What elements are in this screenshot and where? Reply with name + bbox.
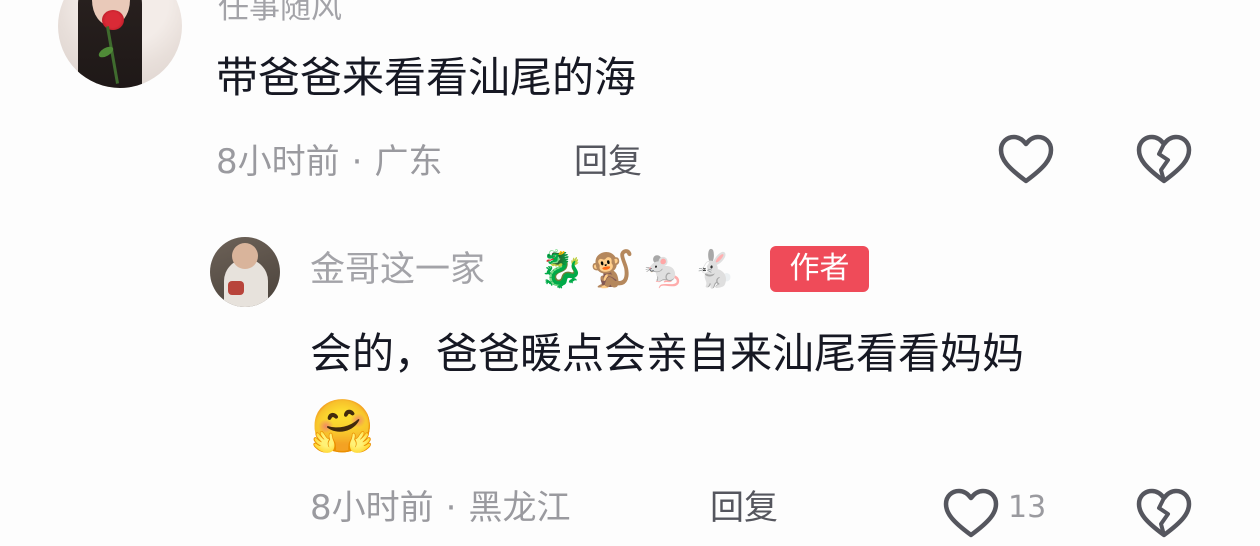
reply-time: 8小时前 — [310, 488, 434, 528]
meta-separator: · — [445, 488, 457, 528]
avatar-accent — [228, 281, 244, 295]
commenter-username[interactable]: 任事随风 — [218, 0, 342, 28]
broken-heart-icon — [1136, 488, 1192, 538]
hug-emoji: 🤗 — [310, 397, 375, 457]
commenter-avatar[interactable] — [58, 0, 182, 88]
reply-button[interactable]: 回复 — [574, 138, 642, 186]
comment-meta: 8小时前 · 广东 — [216, 138, 442, 186]
like-count: 13 — [1008, 490, 1047, 525]
meta-separator: · — [351, 142, 363, 182]
heart-outline-icon — [998, 134, 1054, 184]
username-emojis: 🐉🐒🐁🐇 — [539, 249, 743, 290]
like-button[interactable] — [997, 132, 1055, 188]
comment-time: 8小时前 — [216, 142, 340, 182]
avatar-head — [232, 243, 258, 269]
reply-button[interactable]: 回复 — [710, 484, 778, 532]
author-badge: 作者 — [770, 246, 869, 292]
broken-heart-icon — [1136, 134, 1192, 184]
dislike-button[interactable] — [1135, 132, 1193, 188]
author-username[interactable]: 金哥这一家 — [310, 247, 485, 293]
reply-meta: 8小时前 · 黑龙江 — [310, 484, 570, 532]
author-avatar[interactable] — [210, 237, 280, 307]
comment-location: 广东 — [374, 142, 443, 182]
comment-text: 带爸爸来看看汕尾的海 — [216, 53, 637, 102]
reply-text: 会的，爸爸暖点会亲自来汕尾看看妈妈 — [310, 329, 1025, 378]
dislike-button[interactable] — [1135, 486, 1193, 542]
like-button[interactable] — [942, 486, 1000, 542]
reply-location: 黑龙江 — [468, 488, 571, 528]
heart-outline-icon — [943, 488, 999, 538]
